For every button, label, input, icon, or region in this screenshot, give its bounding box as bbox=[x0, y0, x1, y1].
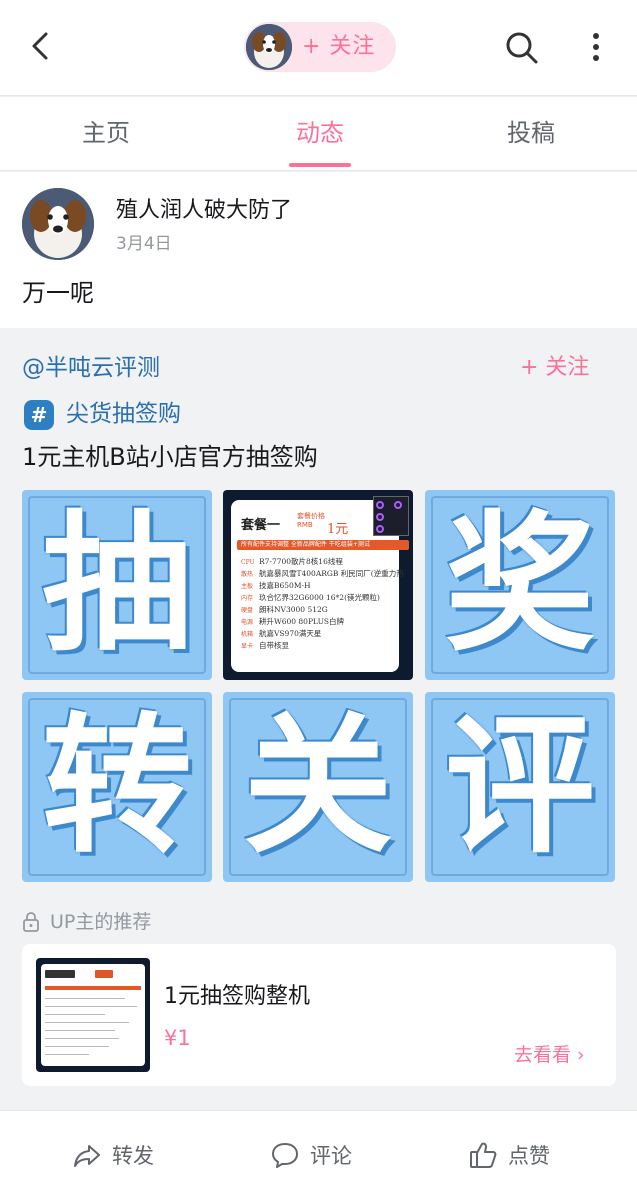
spec-row: CPU R7-7700散片8核16线程 bbox=[241, 557, 343, 566]
recommend-thumbnail bbox=[36, 958, 150, 1072]
post-card: 殖人润人破大防了 3月4日 万一呢 bbox=[0, 172, 637, 328]
package-price: 1元 bbox=[327, 522, 349, 537]
recommend-label: UP主的推荐 bbox=[50, 911, 152, 933]
search-icon[interactable] bbox=[502, 28, 542, 68]
comment-label: 评论 bbox=[310, 1144, 352, 1168]
spec-row: 内存 玖合忆界32G6000 16*2(镁光颗粒) bbox=[241, 593, 380, 602]
share-button[interactable]: 转发 bbox=[72, 1139, 154, 1171]
tile-char: 关 bbox=[242, 700, 393, 874]
comment-button[interactable]: 评论 bbox=[270, 1139, 352, 1171]
forward-description: 1元主机B站小店官方抽签购 bbox=[22, 443, 318, 471]
package-title: 套餐一 bbox=[241, 518, 281, 533]
comment-icon bbox=[272, 1143, 298, 1168]
forward-follow-button[interactable]: + 关注 bbox=[520, 352, 589, 384]
package-spec-list: CPU R7-7700散片8核16线程 散热 航嘉暴风雪T400ARGB 利民同厂(… bbox=[241, 556, 413, 652]
tab-uploads[interactable]: 投稿 bbox=[461, 117, 601, 149]
pc-case-image bbox=[373, 496, 409, 536]
like-label: 点赞 bbox=[508, 1144, 550, 1168]
package-price-label: 套餐价格 RMB bbox=[297, 512, 325, 529]
more-options-icon[interactable] bbox=[584, 28, 608, 68]
author-name[interactable]: 殖人润人破大防了 bbox=[116, 196, 292, 226]
active-tab-indicator bbox=[289, 163, 351, 167]
share-icon bbox=[74, 1145, 100, 1167]
tile-char: 奖 bbox=[444, 498, 595, 672]
spec-row: 机箱 航嘉VS970满天星 bbox=[241, 629, 322, 638]
back-arrow-icon[interactable] bbox=[22, 26, 62, 66]
tab-home[interactable]: 主页 bbox=[36, 117, 176, 149]
action-bar: 转发 评论 点赞 bbox=[0, 1110, 637, 1200]
image-tile[interactable]: 奖 bbox=[425, 490, 615, 680]
follow-label: + 关注 bbox=[302, 34, 376, 59]
tile-char: 评 bbox=[444, 700, 595, 874]
tab-dynamics[interactable]: 动态 bbox=[250, 117, 390, 149]
recommend-card[interactable]: 1元抽签购整机 ¥1 去看看 › bbox=[22, 944, 616, 1086]
package-image[interactable]: 套餐一 套餐价格 RMB 1元 所有配件支持调整 全新品牌配件 干吃组装+测试 … bbox=[223, 490, 413, 680]
tile-char: 转 bbox=[41, 700, 192, 874]
like-icon bbox=[470, 1142, 497, 1168]
recommend-price: ¥1 bbox=[164, 1026, 191, 1050]
avatar bbox=[246, 24, 292, 70]
image-tile[interactable]: 转 bbox=[22, 692, 212, 882]
forwarded-post[interactable]: @半吨云评测 + 关注 # 尖货抽签购 1元主机B站小店官方抽签购 抽 套餐一 … bbox=[0, 340, 637, 1098]
share-label: 转发 bbox=[112, 1144, 154, 1168]
post-text: 万一呢 bbox=[22, 279, 94, 307]
spec-row: 电源 耕升W600 80PLUS白牌 bbox=[241, 617, 345, 626]
thumbnail-card bbox=[41, 964, 145, 1066]
topic-hash-icon: # bbox=[24, 400, 54, 430]
image-tile[interactable]: 抽 bbox=[22, 490, 212, 680]
tile-char: 抽 bbox=[41, 498, 192, 672]
recommend-title: 1元抽签购整机 bbox=[164, 984, 310, 1009]
spec-row: 散热 航嘉暴风雪T400ARGB 利民同厂(逆重力热 bbox=[241, 569, 404, 578]
spec-row: 显卡 自带核显 bbox=[241, 641, 289, 650]
author-avatar[interactable] bbox=[22, 188, 94, 260]
image-tile[interactable]: 关 bbox=[223, 692, 413, 882]
lock-icon bbox=[23, 912, 39, 932]
spec-row: 硬盘 朗科NV3000 512G bbox=[241, 605, 328, 614]
forwarded-user[interactable]: @半吨云评测 bbox=[22, 352, 160, 384]
image-tile[interactable]: 评 bbox=[425, 692, 615, 882]
topic-link[interactable]: 尖货抽签购 bbox=[66, 398, 181, 430]
like-button[interactable]: 点赞 bbox=[468, 1139, 550, 1171]
spec-row: 主板 技嘉B650M-H bbox=[241, 581, 311, 590]
post-date: 3月4日 bbox=[116, 234, 172, 254]
recommend-go-link[interactable]: 去看看 › bbox=[514, 1042, 585, 1068]
header-follow-button[interactable]: + 关注 bbox=[244, 22, 396, 72]
package-banner: 所有配件支持调整 全新品牌配件 干吃组装+测试 bbox=[237, 540, 409, 550]
top-bar: + 关注 bbox=[0, 0, 637, 96]
profile-tabs: 主页 动态 投稿 bbox=[0, 97, 637, 171]
